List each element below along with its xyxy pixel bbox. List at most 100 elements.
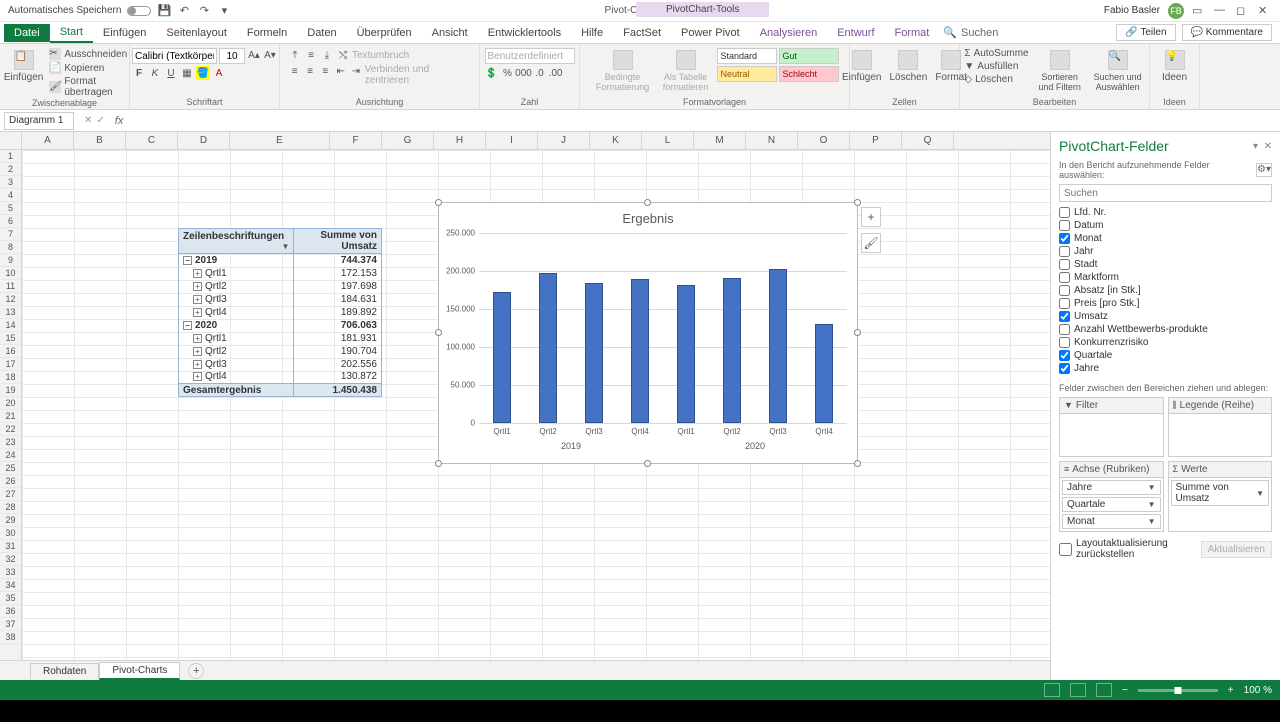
chart-bar[interactable] — [539, 273, 557, 423]
chart-brush-icon[interactable]: 🖌 — [861, 233, 881, 253]
chart-bar[interactable] — [677, 285, 695, 423]
column-header[interactable]: P — [850, 132, 902, 149]
row-header[interactable]: 21 — [0, 410, 21, 423]
pivot-table[interactable]: Zeilenbeschriftungen▼Summe von Umsatz −2… — [178, 228, 382, 397]
row-header[interactable]: 26 — [0, 475, 21, 488]
field-checkbox[interactable] — [1059, 259, 1070, 270]
field-item[interactable]: Absatz [in Stk.] — [1059, 284, 1272, 297]
tab-formulas[interactable]: Formeln — [237, 24, 297, 42]
field-item[interactable]: Konkurrenzrisiko — [1059, 336, 1272, 349]
tab-help[interactable]: Hilfe — [571, 24, 613, 42]
autosum-button[interactable]: ΣAutoSumme — [964, 48, 1028, 59]
tab-format[interactable]: Format — [885, 24, 940, 42]
field-checkbox[interactable] — [1059, 272, 1070, 283]
field-checkbox[interactable] — [1059, 363, 1070, 374]
minimize-icon[interactable]: — — [1214, 4, 1228, 18]
row-header[interactable]: 10 — [0, 267, 21, 280]
field-item[interactable]: Preis [pro Stk.] — [1059, 297, 1272, 310]
select-all-corner[interactable] — [0, 132, 22, 149]
insert-cells-button[interactable]: Einfügen — [840, 48, 883, 85]
field-item[interactable]: Marktform — [1059, 271, 1272, 284]
clear-button[interactable]: ◇Löschen — [964, 74, 1028, 85]
column-header[interactable]: A — [22, 132, 74, 149]
tab-factset[interactable]: FactSet — [613, 24, 671, 42]
row-header[interactable]: 38 — [0, 631, 21, 644]
field-checkbox[interactable] — [1059, 337, 1070, 348]
axis-item[interactable]: Jahre▼ — [1062, 480, 1161, 495]
cut-button[interactable]: ✂Ausschneiden — [49, 48, 127, 60]
defer-layout-checkbox[interactable] — [1059, 543, 1072, 556]
field-checkbox[interactable] — [1059, 246, 1070, 257]
close-icon[interactable]: ✕ — [1258, 4, 1272, 18]
fill-color-button[interactable]: 🪣 — [196, 66, 210, 80]
field-item[interactable]: Anzahl Wettbewerbs-produkte — [1059, 323, 1272, 336]
row-header[interactable]: 20 — [0, 397, 21, 410]
field-checkbox[interactable] — [1059, 207, 1070, 218]
chart-bar[interactable] — [585, 283, 603, 423]
redo-icon[interactable]: ↷ — [197, 4, 211, 18]
row-header[interactable]: 34 — [0, 579, 21, 592]
field-checkbox[interactable] — [1059, 350, 1070, 361]
field-checkbox[interactable] — [1059, 311, 1070, 322]
italic-button[interactable]: K — [148, 66, 162, 80]
formula-bar[interactable] — [127, 112, 1280, 130]
row-header[interactable]: 8 — [0, 241, 21, 254]
row-header[interactable]: 4 — [0, 189, 21, 202]
expand-icon[interactable]: + — [193, 282, 202, 291]
expand-icon[interactable]: + — [193, 308, 202, 317]
drop-area-legend[interactable]: ⫼Legende (Reihe) — [1168, 397, 1273, 457]
field-checkbox[interactable] — [1059, 220, 1070, 231]
share-button[interactable]: 🔗 Teilen — [1116, 24, 1175, 41]
style-gut[interactable]: Gut — [779, 48, 839, 64]
copy-button[interactable]: 📄Kopieren — [49, 62, 127, 74]
row-header[interactable]: 19 — [0, 384, 21, 397]
zoom-in-icon[interactable]: + — [1228, 685, 1234, 696]
field-item[interactable]: Monat — [1059, 232, 1272, 245]
style-neutral[interactable]: Neutral — [717, 66, 777, 82]
maximize-icon[interactable]: ◻ — [1236, 4, 1250, 18]
tab-layout[interactable]: Seitenlayout — [156, 24, 237, 42]
fx-icon[interactable]: fx — [111, 115, 128, 127]
border-button[interactable]: ▦ — [180, 66, 194, 80]
chart-bar[interactable] — [493, 292, 511, 423]
field-checkbox[interactable] — [1059, 324, 1070, 335]
style-schlecht[interactable]: Schlecht — [779, 66, 839, 82]
expand-icon[interactable]: + — [193, 295, 202, 304]
font-color-button[interactable]: A — [212, 66, 226, 80]
underline-button[interactable]: U — [164, 66, 178, 80]
column-header[interactable]: F — [330, 132, 382, 149]
row-header[interactable]: 11 — [0, 280, 21, 293]
row-header[interactable]: 32 — [0, 553, 21, 566]
chart-title[interactable]: Ergebnis — [439, 203, 857, 230]
row-header[interactable]: 9 — [0, 254, 21, 267]
chart-bar[interactable] — [631, 279, 649, 423]
row-header[interactable]: 18 — [0, 371, 21, 384]
expand-icon[interactable]: + — [193, 360, 202, 369]
field-item[interactable]: Jahre — [1059, 362, 1272, 375]
expand-icon[interactable]: + — [193, 372, 202, 381]
column-header[interactable]: J — [538, 132, 590, 149]
tab-analyze[interactable]: Analysieren — [750, 24, 827, 42]
search-icon[interactable]: 🔍 — [939, 26, 961, 39]
font-size-select[interactable] — [219, 48, 245, 64]
tab-review[interactable]: Überprüfen — [347, 24, 422, 42]
row-header[interactable]: 36 — [0, 605, 21, 618]
row-header[interactable]: 7 — [0, 228, 21, 241]
chart-plus-icon[interactable]: + — [861, 207, 881, 227]
collapse-icon[interactable]: − — [183, 321, 192, 330]
column-header[interactable]: I — [486, 132, 538, 149]
row-header[interactable]: 31 — [0, 540, 21, 553]
field-checkbox[interactable] — [1059, 285, 1070, 296]
pivot-chart[interactable]: + 🖌 Ergebnis 050.000100.000150.000200.00… — [438, 202, 858, 464]
comments-button[interactable]: 💬 Kommentare — [1182, 24, 1272, 41]
shrink-font-icon[interactable]: A▾ — [263, 48, 277, 62]
tab-design[interactable]: Entwurf — [827, 24, 884, 42]
gear-icon[interactable]: ⚙▾ — [1256, 163, 1272, 177]
row-header[interactable]: 15 — [0, 332, 21, 345]
paste-button[interactable]: 📋Einfügen — [2, 48, 45, 85]
tab-data[interactable]: Daten — [297, 24, 346, 42]
pivot-row-header[interactable]: Zeilenbeschriftungen▼ — [179, 229, 294, 254]
row-header[interactable]: 35 — [0, 592, 21, 605]
pane-dropdown-icon[interactable]: ▾ — [1253, 141, 1258, 152]
view-pagelayout-icon[interactable] — [1070, 683, 1086, 697]
